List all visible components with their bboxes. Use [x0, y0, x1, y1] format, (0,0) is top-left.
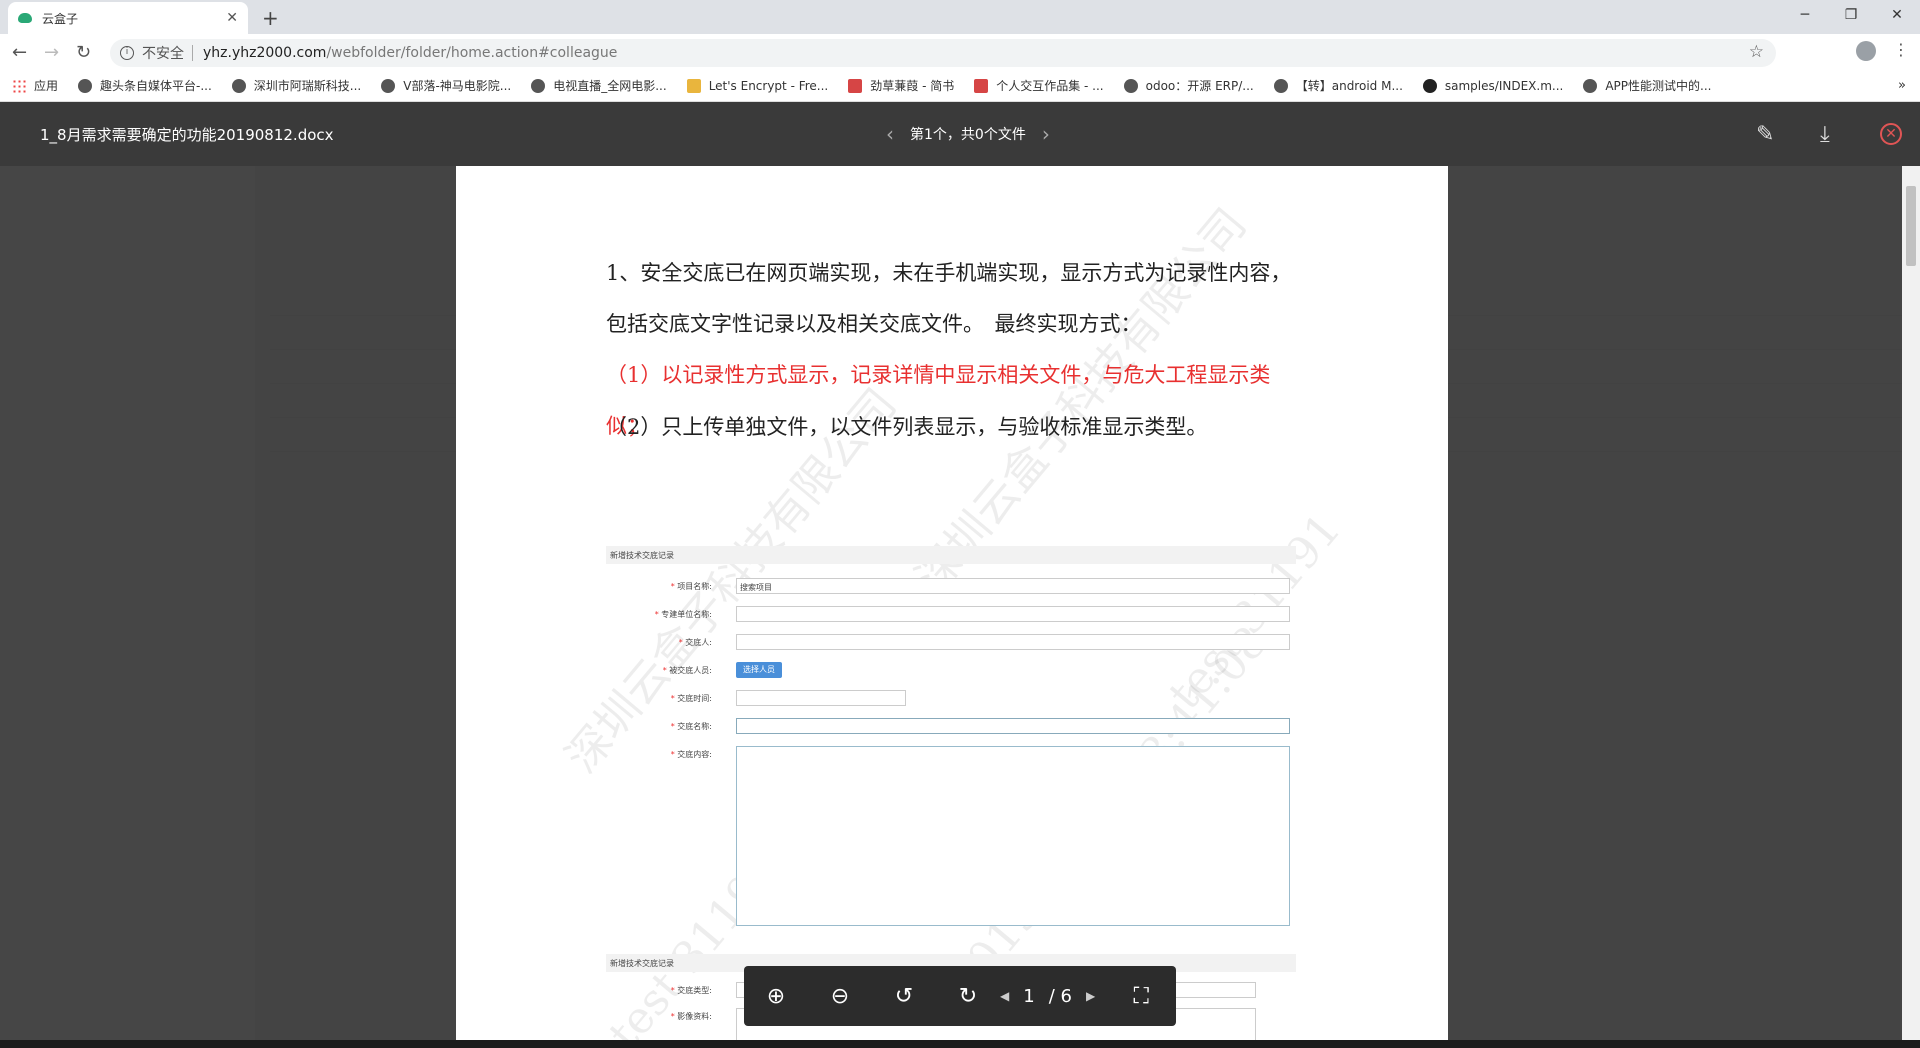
globe-icon	[78, 78, 93, 93]
zoom-in-icon[interactable]: ⊕	[744, 984, 808, 1009]
bookmark-item[interactable]: APP性能测试中的...	[1583, 77, 1711, 94]
bird-icon	[1123, 78, 1138, 93]
page-total: / 6	[1048, 985, 1072, 1007]
bookmark-item[interactable]: 应用	[12, 77, 58, 94]
page-current[interactable]: 1	[1023, 986, 1034, 1007]
bookmarks-bar: 应用 趣头条自媒体平台-... 深圳市阿瑞斯科技... V部落-神马电影院...…	[0, 70, 1920, 102]
rotate-left-icon[interactable]: ↺	[872, 984, 936, 1009]
forward-button[interactable]: →	[44, 42, 59, 63]
next-page-icon[interactable]: ▶	[1086, 989, 1095, 1003]
url-host: yhz.yhz2000.com	[203, 45, 327, 61]
close-tab-icon[interactable]: ✕	[226, 10, 238, 26]
browser-tab[interactable]: 云盒子 ✕	[8, 2, 248, 34]
insecure-label: 不安全	[142, 46, 184, 62]
bookmark-item[interactable]: 趣头条自媒体平台-...	[78, 77, 212, 94]
reload-button[interactable]: ↻	[76, 42, 91, 63]
lock-icon	[686, 78, 701, 93]
bird-icon	[1583, 78, 1598, 93]
form-header: 新增技术交底记录	[606, 546, 1296, 564]
close-viewer-icon[interactable]: ✕	[1880, 123, 1902, 145]
bookmark-item[interactable]: Let's Encrypt - Fre...	[686, 78, 828, 93]
bookmark-item[interactable]: samples/INDEX.m...	[1422, 78, 1563, 93]
scrollbar-thumb[interactable]	[1906, 186, 1916, 266]
download-icon[interactable]: ⤓	[1820, 122, 1830, 147]
more-bookmarks-icon[interactable]: »	[1898, 78, 1906, 93]
document-title: 1_8月需求需要确定的功能20190812.docx	[40, 126, 334, 144]
info-icon[interactable]: i	[120, 46, 134, 60]
zoom-out-icon[interactable]: ⊖	[808, 984, 872, 1009]
browser-menu-icon[interactable]: ⋮	[1893, 40, 1909, 59]
restore-button[interactable]: ❐	[1828, 0, 1874, 30]
form-row: * 被交底人员: 选择人员	[606, 662, 1296, 678]
viewer-header: 1_8月需求需要确定的功能20190812.docx ‹ 第1个，共0个文件 ›…	[0, 102, 1920, 166]
bookmark-item[interactable]: 深圳市阿瑞斯科技...	[231, 77, 361, 94]
bookmark-item[interactable]: 电视直播_全网电影...	[531, 77, 667, 94]
rotate-right-icon[interactable]: ↻	[936, 984, 1000, 1009]
form-row: * 交底时间:	[606, 690, 1296, 706]
github-icon	[1422, 78, 1437, 93]
browser-tabstrip: 云盒子 ✕ + ─ ❐ ✕	[0, 0, 1920, 34]
window-close-button[interactable]: ✕	[1874, 0, 1920, 30]
globe-icon	[231, 78, 246, 93]
form-row: * 专建单位名称:	[606, 606, 1296, 622]
jianshu-icon	[974, 78, 989, 93]
bird-icon	[1273, 78, 1288, 93]
next-file-icon[interactable]: ›	[1042, 122, 1050, 146]
document-page: 深圳云盒子科技有限公司 深圳云盒子科技有限公司 test 31191 2019-…	[456, 166, 1448, 1040]
bookmark-item[interactable]: 【转】android M...	[1273, 77, 1403, 94]
fullscreen-icon[interactable]: ⛶	[1109, 984, 1173, 1009]
address-bar[interactable]: i 不安全 yhz.yhz2000.com/webfolder/folder/h…	[110, 39, 1776, 67]
apps-icon	[12, 78, 26, 93]
taskbar	[0, 1040, 1920, 1048]
tab-title: 云盒子	[42, 11, 79, 26]
url-path: /webfolder/folder/home.action#colleague	[326, 45, 618, 61]
prev-page-icon[interactable]: ◀	[1000, 989, 1009, 1003]
minimize-button[interactable]: ─	[1782, 0, 1828, 30]
jianshu-icon	[848, 78, 863, 93]
form-row: * 交底名称:	[606, 718, 1296, 734]
prev-file-icon[interactable]: ‹	[886, 122, 894, 146]
globe-icon	[381, 78, 396, 93]
form-row: * 交底内容:	[606, 746, 1296, 926]
bookmark-item[interactable]: odoo：开源 ERP/...	[1123, 77, 1254, 94]
profile-avatar[interactable]	[1856, 41, 1876, 61]
vertical-scrollbar[interactable]	[1902, 166, 1920, 1040]
edit-icon[interactable]: ✎	[1756, 122, 1774, 147]
doc-paragraph: 1、安全交底已在网页端实现，未在手机端实现，显示方式为记录性内容，包括交底文字性…	[606, 261, 1292, 336]
doc-paragraph: （2）只上传单独文件，以文件列表显示，与验收标准显示类型。	[606, 415, 1208, 439]
form-row: * 项目名称: 搜索项目	[606, 578, 1296, 594]
back-button[interactable]: ←	[12, 42, 27, 63]
bookmark-item[interactable]: V部落-神马电影院...	[381, 77, 511, 94]
divider	[192, 45, 193, 61]
new-tab-button[interactable]: +	[262, 6, 279, 30]
bookmark-item[interactable]: 个人交互作品集 - ...	[974, 77, 1104, 94]
bookmark-star-icon[interactable]: ☆	[1749, 42, 1764, 62]
cloud-icon	[18, 13, 32, 23]
page-indicator: ◀ 1 / 6 ▶	[1000, 986, 1095, 1007]
globe-icon	[531, 78, 546, 93]
viewer-controls: ⊕ ⊖ ↺ ↻ ◀ 1 / 6 ▶ ⛶	[744, 966, 1176, 1026]
file-pager: ‹ 第1个，共0个文件 ›	[870, 122, 1066, 146]
file-pager-text: 第1个，共0个文件	[910, 127, 1026, 143]
bookmark-item[interactable]: 劲草蒹葭 - 简书	[848, 77, 954, 94]
browser-toolbar: ← → ↻ i 不安全 yhz.yhz2000.com/webfolder/fo…	[0, 34, 1920, 70]
form-row: * 交底人:	[606, 634, 1296, 650]
